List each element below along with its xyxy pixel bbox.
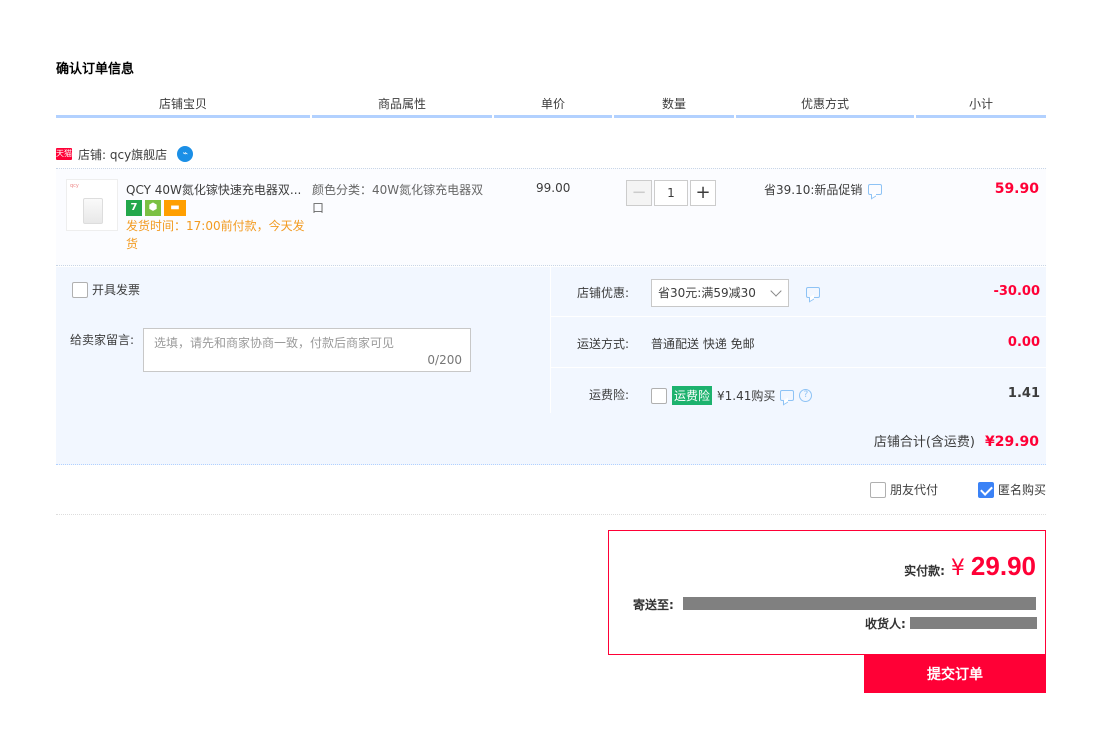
charger-image bbox=[83, 198, 103, 224]
col-header-attr: 商品属性 bbox=[312, 96, 492, 118]
product-attribute: 颜色分类：40W氮化镓充电器双口 bbox=[312, 183, 484, 215]
friend-pay-label: 朋友代付 bbox=[890, 483, 939, 497]
anonymous-option[interactable]: 匿名购买 bbox=[977, 481, 1046, 498]
real-pay-amount: 29.90 bbox=[970, 551, 1036, 581]
options-left: 开具发票 给卖家留言: 选填，请先和商家协商一致，付款后商家可见 0/200 bbox=[56, 267, 550, 413]
quantity-stepper: − 1 + bbox=[626, 180, 716, 206]
insurance-label: 运费险: bbox=[588, 388, 629, 402]
thumb-brand-logo: qcy bbox=[70, 183, 79, 189]
promo-info: 省39.10:新品促销 bbox=[764, 181, 883, 198]
shipping-label: 运送方式: bbox=[576, 337, 629, 351]
insurance-row: 运费险: 运费险 ¥1.41购买 ? 1.41 bbox=[551, 369, 1047, 419]
product-name-link[interactable]: QCY 40W氮化镓快速充电器双... bbox=[126, 181, 308, 198]
insurance-price-text: ¥1.41购买 bbox=[717, 389, 776, 403]
real-pay: 实付款: ¥ 29.90 bbox=[904, 551, 1036, 582]
store-coupon-amount: -30.00 bbox=[993, 284, 1040, 299]
insurance-badge: 运费险 bbox=[672, 386, 713, 405]
memo-char-count: 0/200 bbox=[427, 353, 462, 367]
insurance-comment-icon[interactable] bbox=[780, 390, 795, 401]
col-header-promo: 优惠方式 bbox=[736, 96, 914, 118]
insurance-amount: 1.41 bbox=[1007, 386, 1040, 401]
shop-total-amount: ¥29.90 bbox=[984, 434, 1039, 450]
product-thumbnail[interactable]: qcy bbox=[66, 179, 118, 231]
unit-price: 99.00 bbox=[536, 181, 571, 195]
shipping-amount: 0.00 bbox=[1007, 335, 1040, 350]
qty-plus-button[interactable]: + bbox=[690, 180, 716, 206]
anonymous-checkbox[interactable] bbox=[977, 481, 994, 498]
promo-text: 省39.10:新品促销 bbox=[764, 183, 863, 197]
store-coupon-label: 店铺优惠: bbox=[576, 286, 629, 300]
tmall-icon: 天猫 bbox=[56, 148, 72, 160]
insurance-option: 运费险 ¥1.41购买 ? bbox=[651, 386, 813, 405]
seven-day-return-icon[interactable]: 7 bbox=[126, 200, 142, 216]
shop-name-link[interactable]: 店铺: qcy旗舰店 bbox=[78, 146, 167, 163]
col-header-subtotal: 小计 bbox=[916, 96, 1046, 118]
store-coupon-select[interactable]: 省30元:满59减30 bbox=[651, 279, 789, 307]
col-header-qty: 数量 bbox=[614, 96, 734, 118]
invoice-label: 开具发票 bbox=[92, 283, 141, 297]
memo-label: 给卖家留言: bbox=[70, 333, 135, 347]
shop-line: 天猫 店铺: qcy旗舰店 ⌁ bbox=[56, 145, 194, 163]
receiver-label: 收货人: bbox=[865, 617, 906, 631]
chevron-down-icon bbox=[770, 285, 782, 297]
order-item-row: qcy QCY 40W氮化镓快速充电器双... 7 ⬢ ▬ 发货时间：17:00… bbox=[56, 168, 1046, 266]
memo-placeholder: 选填，请先和商家协商一致，付款后商家可见 bbox=[154, 336, 395, 350]
col-header-price: 单价 bbox=[494, 96, 612, 118]
table-header: 店铺宝贝 商品属性 单价 数量 优惠方式 小计 bbox=[56, 96, 1046, 118]
promo-comment-icon[interactable] bbox=[868, 184, 883, 195]
anonymous-label: 匿名购买 bbox=[997, 483, 1046, 497]
guarantee-icon[interactable]: ⬢ bbox=[145, 200, 161, 216]
extra-options: 朋友代付 匿名购买 bbox=[56, 481, 1046, 515]
invoice-checkbox[interactable] bbox=[72, 281, 88, 298]
payment-summary: 实付款: ¥ 29.90 寄送至: 收货人: bbox=[608, 530, 1046, 655]
memo-textarea[interactable]: 选填，请先和商家协商一致，付款后商家可见 0/200 bbox=[143, 328, 471, 372]
coupon-comment-icon[interactable] bbox=[806, 287, 820, 298]
ship-time-note: 发货时间：17:00前付款，今天发货 bbox=[126, 219, 305, 251]
friend-pay-checkbox[interactable] bbox=[870, 481, 886, 498]
store-coupon-row: 店铺优惠: 省30元:满59减30 -30.00 bbox=[551, 267, 1047, 317]
insurance-checkbox[interactable] bbox=[651, 387, 667, 404]
qty-minus-button[interactable]: − bbox=[626, 180, 652, 206]
help-icon[interactable]: ? bbox=[799, 389, 813, 402]
real-pay-label: 实付款: bbox=[904, 564, 945, 578]
shop-total: 店铺合计(含运费) ¥29.90 bbox=[874, 431, 1039, 450]
friend-pay-option[interactable]: 朋友代付 bbox=[870, 481, 938, 498]
address-redacted bbox=[683, 597, 1036, 610]
submit-order-button[interactable]: 提交订单 bbox=[864, 655, 1046, 693]
options-right: 店铺优惠: 省30元:满59减30 -30.00 运送方式: 普通配送 快递 免… bbox=[550, 267, 1047, 413]
page-title: 确认订单信息 bbox=[56, 62, 135, 77]
address-label: 寄送至: bbox=[633, 598, 674, 612]
shop-total-label: 店铺合计(含运费) bbox=[873, 435, 975, 450]
qty-input[interactable]: 1 bbox=[654, 180, 688, 206]
service-icons: 7 ⬢ ▬ bbox=[126, 200, 186, 216]
receiver-redacted bbox=[910, 617, 1037, 629]
shipping-value: 普通配送 快递 免邮 bbox=[651, 337, 755, 351]
wangwang-chat-icon[interactable]: ⌁ bbox=[177, 146, 194, 162]
item-subtotal: 59.90 bbox=[994, 181, 1039, 197]
shipping-row: 运送方式: 普通配送 快递 免邮 0.00 bbox=[551, 318, 1047, 368]
invoice-option[interactable]: 开具发票 bbox=[72, 281, 140, 298]
col-header-item: 店铺宝贝 bbox=[56, 96, 310, 118]
credit-card-icon[interactable]: ▬ bbox=[164, 200, 186, 216]
order-options-panel: 开具发票 给卖家留言: 选填，请先和商家协商一致，付款后商家可见 0/200 店… bbox=[56, 267, 1047, 465]
store-coupon-value: 省30元:满59减30 bbox=[658, 286, 756, 300]
currency-symbol: ¥ bbox=[950, 556, 965, 581]
